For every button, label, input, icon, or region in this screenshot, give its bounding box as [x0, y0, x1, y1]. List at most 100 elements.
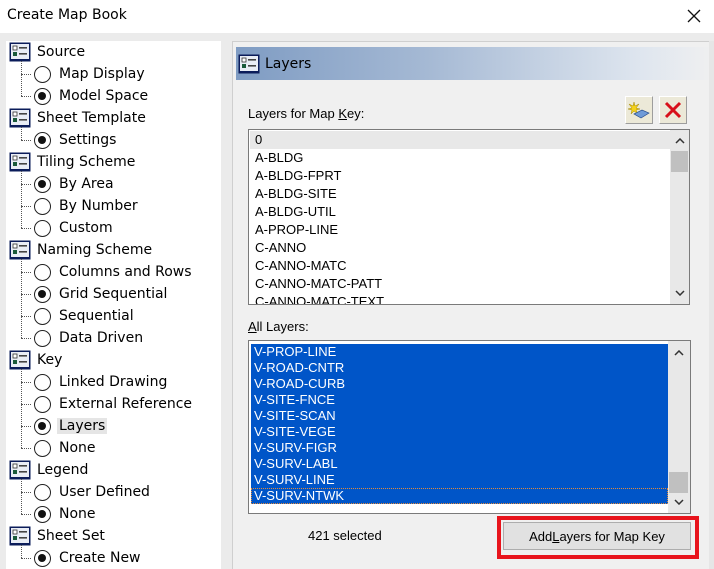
- all-layer-item[interactable]: V-SURV-LABL: [251, 456, 668, 472]
- map-key-layer-item[interactable]: C-ANNO-MATC-PATT: [250, 275, 670, 293]
- all-layer-item[interactable]: V-ROAD-CURB: [251, 376, 668, 392]
- all-layers-label: All Layers:: [248, 319, 309, 334]
- radio-unselected-icon[interactable]: [34, 263, 51, 281]
- group-icon: [238, 54, 260, 73]
- tree-group-tiling-scheme[interactable]: Tiling Scheme: [9, 151, 135, 173]
- map-key-layer-item[interactable]: C-ANNO-MATC: [250, 257, 670, 275]
- tree-group-naming-scheme[interactable]: Naming Scheme: [9, 239, 152, 261]
- all-layer-item[interactable]: V-ROAD-CNTR: [251, 360, 668, 376]
- add-button-text: Add: [529, 528, 553, 544]
- map-key-layers-list[interactable]: 0 A-BLDG A-BLDG-FPRT A-BLDG-SITE A-BLDG-UTIL…: [248, 129, 690, 305]
- radio-unselected-icon[interactable]: [34, 329, 51, 347]
- tree-option-data-driven[interactable]: Data Driven: [34, 327, 145, 349]
- all-layers-list[interactable]: V-PROP-LINE V-ROAD-CNTR V-ROAD-CURB V-SITE-…: [248, 340, 691, 514]
- radio-unselected-icon[interactable]: [34, 307, 51, 325]
- radio-selected-icon[interactable]: [34, 131, 51, 149]
- map-key-layer-item[interactable]: A-BLDG: [250, 149, 670, 167]
- group-icon: [9, 108, 31, 128]
- tree-option-by-number[interactable]: By Number: [34, 195, 140, 217]
- scroll-up-button[interactable]: [668, 344, 690, 362]
- radio-selected-icon[interactable]: [34, 87, 51, 105]
- tree-group-label: Tiling Scheme: [37, 154, 136, 170]
- all-layer-item[interactable]: V-SURV-LINE: [251, 472, 668, 488]
- map-key-label-text: Layers for Map: [248, 106, 339, 121]
- map-key-layer-item[interactable]: 0: [250, 131, 670, 149]
- map-key-layer-item[interactable]: C-ANNO-MATC-TEXT: [250, 293, 670, 304]
- tree-group-sheet-template[interactable]: Sheet Template: [9, 107, 146, 129]
- tree-group-sheet-set[interactable]: Sheet Set: [9, 525, 105, 547]
- radio-selected-icon[interactable]: [34, 175, 51, 193]
- all-layer-item[interactable]: V-PROP-LINE: [251, 344, 668, 360]
- delete-icon: [664, 101, 682, 119]
- tree-option-label: By Number: [59, 198, 138, 214]
- close-button[interactable]: [680, 3, 708, 29]
- scroll-down-button[interactable]: [670, 284, 689, 302]
- all-layers-scrollbar[interactable]: [668, 341, 690, 513]
- tree-option-label: Layers: [57, 418, 108, 434]
- map-key-layer-item[interactable]: C-ANNO: [250, 239, 670, 257]
- tree-group-key[interactable]: Key: [9, 349, 62, 371]
- tree-option-layers[interactable]: Layers: [34, 415, 108, 437]
- tree-option-external-reference[interactable]: External Reference: [34, 393, 194, 415]
- all-layer-item[interactable]: V-SURV-NTWK: [251, 488, 668, 504]
- tree-connector: [21, 479, 22, 514]
- tree-option-label: Data Driven: [59, 330, 144, 346]
- group-icon: [9, 42, 31, 62]
- tree-option-label: Model Space: [59, 88, 149, 104]
- delete-layer-button[interactable]: [659, 96, 687, 124]
- all-layer-item[interactable]: V-SITE-FNCE: [251, 392, 668, 408]
- tree-option-by-area[interactable]: By Area: [34, 173, 116, 195]
- tree-connector: [21, 492, 31, 493]
- all-layer-item[interactable]: V-SITE-SCAN: [251, 408, 668, 424]
- tree-option-model-space[interactable]: Model Space: [34, 85, 150, 107]
- radio-unselected-icon[interactable]: [34, 373, 51, 391]
- map-key-layer-item[interactable]: A-BLDG-FPRT: [250, 167, 670, 185]
- tree-option-none[interactable]: None: [34, 503, 98, 525]
- add-layer-button[interactable]: [625, 96, 653, 124]
- tree-group-label: Sheet Set: [37, 528, 105, 544]
- tree-option-linked-drawing[interactable]: Linked Drawing: [34, 371, 169, 393]
- scroll-thumb[interactable]: [671, 151, 688, 172]
- group-icon: [9, 152, 31, 172]
- tree-connector: [21, 171, 22, 228]
- all-layer-item[interactable]: V-SURV-FIGR: [251, 440, 668, 456]
- radio-unselected-icon[interactable]: [34, 395, 51, 413]
- radio-selected-icon[interactable]: [34, 505, 51, 523]
- radio-unselected-icon[interactable]: [34, 197, 51, 215]
- tree-option-create-new[interactable]: Create New: [34, 547, 143, 569]
- radio-unselected-icon[interactable]: [34, 65, 51, 83]
- radio-unselected-icon[interactable]: [34, 439, 51, 457]
- radio-selected-icon[interactable]: [34, 549, 51, 567]
- tree-option-columns-and-rows[interactable]: Columns and Rows: [34, 261, 194, 283]
- tree-group-legend[interactable]: Legend: [9, 459, 88, 481]
- scroll-thumb[interactable]: [669, 472, 688, 493]
- tree-option-grid-sequential[interactable]: Grid Sequential: [34, 283, 169, 305]
- panel-edge: [709, 41, 714, 569]
- group-icon: [9, 350, 31, 370]
- scroll-up-button[interactable]: [670, 132, 689, 150]
- map-key-layer-item[interactable]: A-BLDG-UTIL: [250, 203, 670, 221]
- add-layers-for-map-key-button[interactable]: Add Layers for Map Key: [503, 522, 691, 550]
- map-key-layer-item[interactable]: A-BLDG-SITE: [250, 185, 670, 203]
- tree-option-map-display[interactable]: Map Display: [34, 63, 147, 85]
- group-icon: [9, 240, 31, 260]
- tree-option-sequential[interactable]: Sequential: [34, 305, 136, 327]
- all-layer-item[interactable]: V-SITE-VEGE: [251, 424, 668, 440]
- tree-option-custom[interactable]: Custom: [34, 217, 115, 239]
- selected-count: 421 selected: [308, 528, 382, 543]
- radio-selected-icon[interactable]: [34, 285, 51, 303]
- radio-unselected-icon[interactable]: [34, 219, 51, 237]
- scroll-down-button[interactable]: [668, 493, 690, 511]
- radio-unselected-icon[interactable]: [34, 483, 51, 501]
- radio-selected-icon[interactable]: [34, 417, 51, 435]
- tree-group-source[interactable]: Source: [9, 41, 85, 63]
- tree-option-label: Create New: [59, 550, 141, 566]
- tree-option-user-defined[interactable]: User Defined: [34, 481, 152, 503]
- map-key-scrollbar[interactable]: [670, 130, 689, 304]
- chevron-up-icon: [674, 350, 684, 356]
- map-key-layer-item[interactable]: A-PROP-LINE: [250, 221, 670, 239]
- options-tree[interactable]: Source Map Display Model Space Sheet Templa…: [6, 41, 221, 569]
- tree-option-none[interactable]: None: [34, 437, 98, 459]
- tree-connector: [21, 316, 31, 317]
- tree-option-settings[interactable]: Settings: [34, 129, 118, 151]
